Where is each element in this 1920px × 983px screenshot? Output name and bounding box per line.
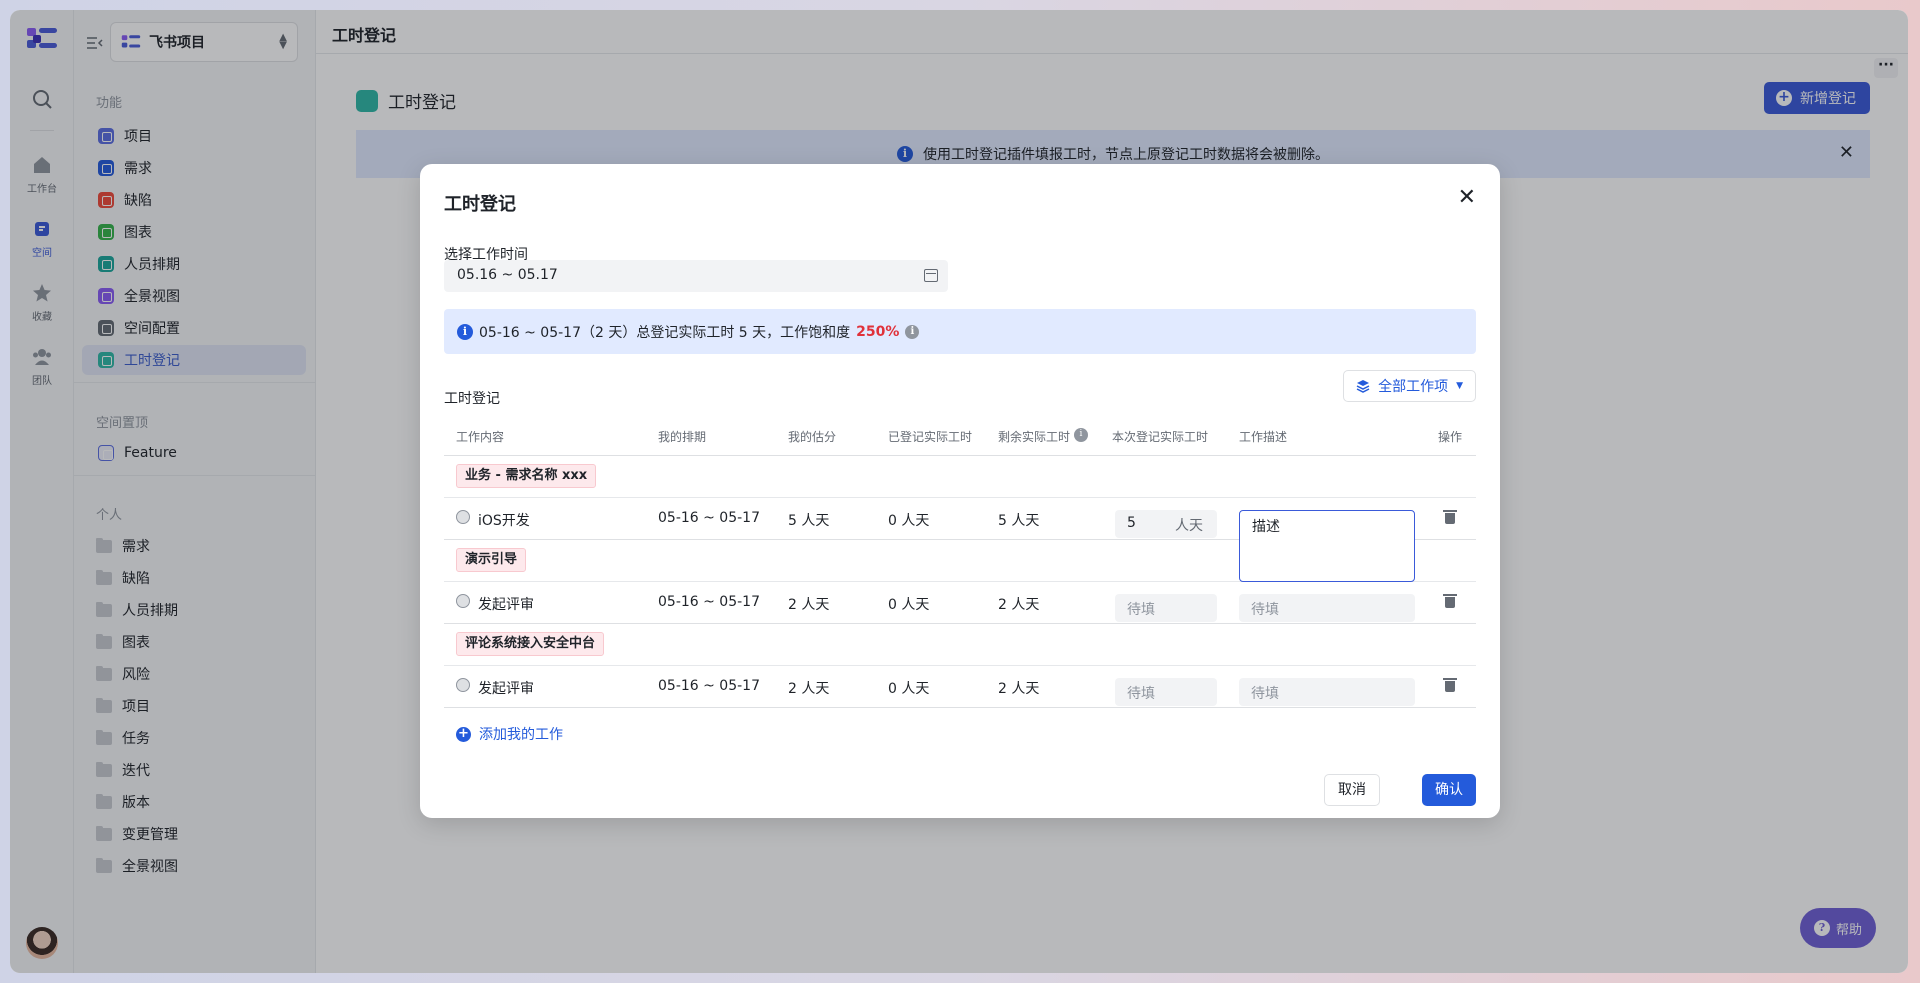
section-label: 工时登记: [444, 391, 500, 407]
table-row: iOS开发 05-16 ~ 05-17 5 人天 0 人天 5 人天 5 人天 描述: [444, 498, 1476, 582]
modal-title: 工时登记: [444, 194, 516, 215]
col-remaining: 剩余实际工时: [998, 430, 1071, 444]
description-input[interactable]: 待填: [1239, 594, 1415, 622]
remaining-info-icon[interactable]: i: [1074, 428, 1088, 442]
filter-dropdown[interactable]: 全部工作项 ▼: [1343, 370, 1476, 402]
table-row: 发起评审 05-16 ~ 05-17 2 人天 0 人天 2 人天 待填 待填: [444, 582, 1476, 624]
schedule-cell: 05-16 ~ 05-17: [658, 510, 760, 526]
description-input[interactable]: 待填: [1239, 678, 1415, 706]
date-range-value: 05.16 ~ 05.17: [457, 267, 558, 283]
summary-text: 05-16 ~ 05-17（2 天）总登记实际工时 5 天，工作饱和度: [479, 324, 851, 341]
help-info-icon[interactable]: i: [905, 324, 920, 339]
hours-value: 待填: [1127, 602, 1155, 618]
saturation-percent: 250%: [856, 323, 900, 340]
info-icon: i: [457, 323, 473, 340]
col-content: 工作内容: [456, 430, 505, 444]
logged-cell: 0 人天: [888, 681, 930, 697]
confirm-button[interactable]: 确认: [1422, 774, 1476, 806]
status-radio[interactable]: [456, 510, 470, 524]
logged-cell: 0 人天: [888, 513, 930, 529]
add-work-button[interactable]: + 添加我的工作: [456, 724, 563, 744]
hours-value: 待填: [1127, 686, 1155, 702]
date-range-picker[interactable]: 05.16 ~ 05.17: [444, 260, 948, 292]
timesheet-modal: 工时登记 ✕ 选择工作时间 05.16 ~ 05.17 i 05-16 ~ 05…: [420, 164, 1500, 818]
group-tag[interactable]: 演示引导: [456, 548, 527, 572]
caret-down-icon: ▼: [1456, 381, 1463, 391]
work-name[interactable]: 发起评审: [478, 678, 534, 698]
group-row: 评论系统接入安全中台: [444, 624, 1476, 666]
work-name[interactable]: iOS开发: [478, 510, 530, 530]
close-icon[interactable]: ✕: [1458, 186, 1476, 210]
calendar-icon: [924, 269, 938, 282]
layers-icon: [1356, 380, 1370, 393]
col-entry: 本次登记实际工时: [1112, 430, 1209, 444]
hours-input[interactable]: 5 人天: [1115, 510, 1217, 538]
group-row: 业务 - 需求名称 xxx: [444, 456, 1476, 498]
status-radio[interactable]: [456, 594, 470, 608]
remaining-cell: 2 人天: [998, 681, 1040, 697]
remaining-cell: 5 人天: [998, 513, 1040, 529]
col-actions: 操作: [1438, 430, 1463, 444]
delete-icon[interactable]: [1443, 510, 1457, 525]
summary-banner: i 05-16 ~ 05-17（2 天）总登记实际工时 5 天，工作饱和度 25…: [444, 309, 1476, 354]
col-logged: 已登记实际工时: [888, 430, 973, 444]
schedule-cell: 05-16 ~ 05-17: [658, 678, 760, 694]
hours-value: 5: [1127, 515, 1136, 531]
status-radio[interactable]: [456, 678, 470, 692]
delete-icon[interactable]: [1443, 594, 1457, 609]
unit-label: 人天: [1175, 518, 1203, 534]
cancel-button[interactable]: 取消: [1324, 774, 1380, 806]
hours-input[interactable]: 待填: [1115, 678, 1217, 706]
work-name[interactable]: 发起评审: [478, 594, 534, 614]
col-schedule: 我的排期: [658, 430, 707, 444]
schedule-cell: 05-16 ~ 05-17: [658, 594, 760, 610]
filter-label: 全部工作项: [1378, 379, 1449, 395]
app-window: 工作台 空间 收藏 团队 飞书项目 ▲ ▼ 功能 项目 需求 缺陷 图表 人员排期 全景视图…: [10, 10, 1908, 973]
remaining-cell: 2 人天: [998, 597, 1040, 613]
logged-cell: 0 人天: [888, 597, 930, 613]
description-input[interactable]: 描述: [1239, 510, 1415, 582]
table-row: 发起评审 05-16 ~ 05-17 2 人天 0 人天 2 人天 待填 待填: [444, 666, 1476, 708]
timesheet-table: 工作内容 我的排期 我的估分 已登记实际工时 剩余实际工时 i 本次登记实际工时…: [444, 414, 1476, 708]
group-tag[interactable]: 业务 - 需求名称 xxx: [456, 464, 597, 488]
estimate-cell: 2 人天: [788, 597, 830, 613]
table-header: 工作内容 我的排期 我的估分 已登记实际工时 剩余实际工时 i 本次登记实际工时…: [444, 414, 1476, 456]
hours-input[interactable]: 待填: [1115, 594, 1217, 622]
estimate-cell: 5 人天: [788, 513, 830, 529]
col-desc: 工作描述: [1239, 430, 1288, 444]
plus-circle-icon: +: [456, 726, 471, 742]
group-tag[interactable]: 评论系统接入安全中台: [456, 632, 605, 656]
estimate-cell: 2 人天: [788, 681, 830, 697]
delete-icon[interactable]: [1443, 678, 1457, 693]
add-work-label: 添加我的工作: [479, 727, 563, 743]
col-estimate: 我的估分: [788, 430, 837, 444]
